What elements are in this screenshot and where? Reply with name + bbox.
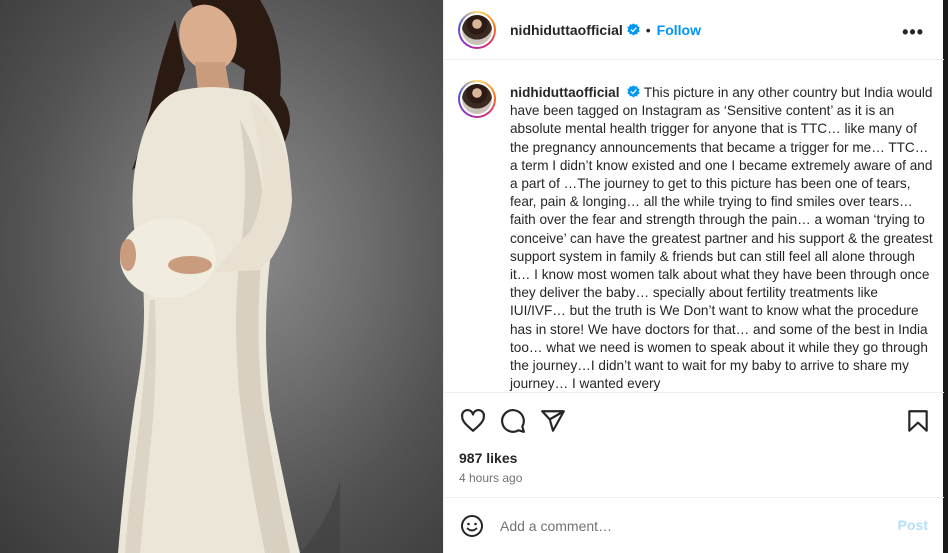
post-comment-button[interactable]: Post <box>898 517 928 533</box>
bookmark-icon[interactable] <box>905 408 931 434</box>
avatar[interactable] <box>458 10 496 49</box>
caption-section[interactable]: nidhiduttaofficial This picture in any o… <box>444 60 944 393</box>
comment-icon[interactable] <box>500 408 526 434</box>
post-header: nidhiduttaofficial • Follow ••• <box>444 0 944 60</box>
follow-button[interactable]: Follow <box>657 22 701 38</box>
caption-avatar[interactable] <box>458 80 496 118</box>
likes-count[interactable]: 987 likes <box>459 450 517 466</box>
separator-dot: • <box>645 21 651 38</box>
post-panel: nidhiduttaofficial • Follow ••• nidhidut… <box>443 0 944 553</box>
photo-illustration <box>118 0 340 553</box>
share-icon[interactable] <box>540 408 566 434</box>
action-bar <box>458 404 933 438</box>
comment-input[interactable] <box>500 514 880 538</box>
post-caption: nidhiduttaofficial This picture in any o… <box>510 84 935 392</box>
post-timestamp[interactable]: 4 hours ago <box>459 471 522 485</box>
verified-badge-icon <box>627 23 640 36</box>
emoji-icon[interactable] <box>460 514 484 538</box>
post-photo[interactable] <box>0 0 443 553</box>
username-link[interactable]: nidhiduttaofficial <box>510 22 623 38</box>
heart-icon[interactable] <box>460 408 486 434</box>
caption-username[interactable]: nidhiduttaofficial <box>510 85 620 100</box>
verified-badge-icon <box>627 85 640 98</box>
comment-bar: Post <box>444 497 944 553</box>
avatar-image <box>462 84 492 114</box>
more-options-icon[interactable]: ••• <box>902 22 924 43</box>
caption-body: This picture in any other country but In… <box>510 85 933 392</box>
avatar-image <box>462 14 492 45</box>
